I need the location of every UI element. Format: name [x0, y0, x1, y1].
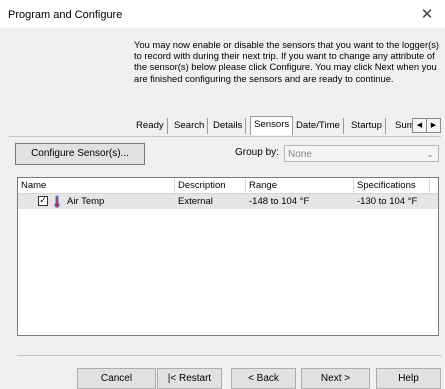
- footer-separator: [17, 355, 442, 356]
- table-row[interactable]: ✓ Air Temp External -148 to 104 °F -130 …: [18, 194, 438, 209]
- tab-startup[interactable]: Startup: [348, 118, 386, 134]
- list-header: Name Description Range Specifications: [18, 178, 438, 194]
- tab-search[interactable]: Search: [171, 118, 209, 134]
- chevron-down-icon[interactable]: ⌄: [424, 146, 436, 161]
- next-button[interactable]: Next >: [301, 368, 370, 389]
- instructions-text: You may now enable or disable the sensor…: [134, 39, 440, 84]
- tab-details[interactable]: Details: [210, 118, 247, 134]
- cancel-button[interactable]: Cancel: [77, 368, 156, 389]
- sensor-range: -148 to 104 °F: [249, 196, 310, 207]
- close-icon[interactable]: ✕: [418, 5, 436, 23]
- sensor-list[interactable]: Name Description Range Specifications ✓ …: [17, 177, 439, 336]
- group-by-select[interactable]: None ⌄: [284, 145, 439, 162]
- tab-panel-border: [8, 136, 441, 137]
- tab-scroll-right-icon[interactable]: ▶: [426, 118, 441, 133]
- column-header-specifications[interactable]: Specifications: [354, 178, 430, 193]
- tab-ready[interactable]: Ready: [133, 118, 168, 134]
- restart-button[interactable]: |< Restart: [157, 368, 222, 389]
- tab-sensors[interactable]: Sensors: [250, 116, 294, 135]
- group-by-value: None: [288, 149, 312, 160]
- column-header-description[interactable]: Description: [175, 178, 246, 193]
- tab-scroll-left-icon[interactable]: ◀: [412, 118, 427, 133]
- sensor-name: Air Temp: [67, 196, 105, 207]
- back-button[interactable]: < Back: [231, 368, 296, 389]
- title-bar: Program and Configure ✕: [0, 0, 445, 28]
- thermometer-icon: [54, 195, 60, 208]
- column-header-name[interactable]: Name: [18, 178, 175, 193]
- group-by-label: Group by:: [235, 147, 279, 158]
- configure-sensors-button[interactable]: Configure Sensor(s)...: [15, 143, 145, 165]
- tab-date-time[interactable]: Date/Time: [293, 118, 344, 134]
- window-title: Program and Configure: [8, 9, 123, 21]
- sensor-specifications: -130 to 104 °F: [357, 196, 418, 207]
- sensor-enabled-checkbox[interactable]: ✓: [38, 196, 48, 206]
- sensor-description: External: [178, 196, 213, 207]
- help-button[interactable]: Help: [376, 368, 441, 389]
- column-header-range[interactable]: Range: [246, 178, 354, 193]
